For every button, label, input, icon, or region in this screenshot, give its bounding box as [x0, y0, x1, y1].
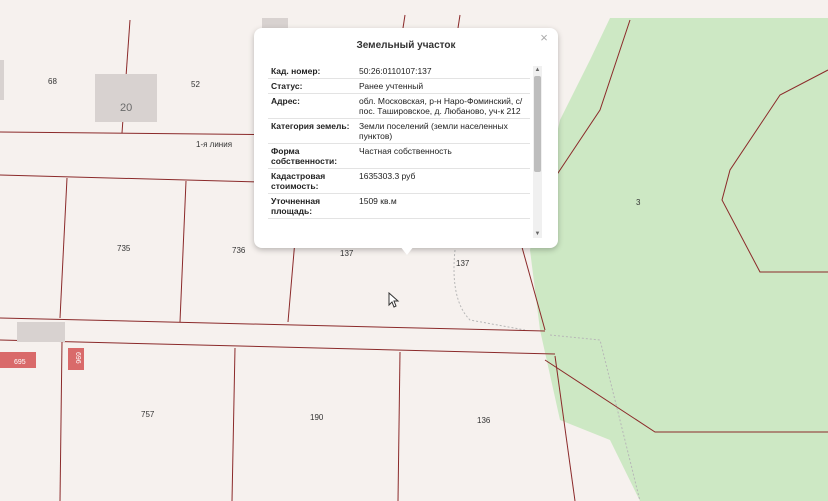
popup-pointer — [400, 246, 414, 255]
attribute-value: Ранее учтенный — [356, 78, 530, 94]
attribute-value: обл. Московская, р-н Наро-Фоминский, с/п… — [356, 93, 530, 119]
red-plot-label: 695 — [14, 359, 26, 366]
popup-body[interactable]: Кад. номер: 50:26:0110107:137 Статус: Ра… — [268, 64, 530, 236]
attribute-table: Кад. номер: 50:26:0110107:137 Статус: Ра… — [268, 64, 530, 219]
scroll-up-icon[interactable]: ▲ — [533, 66, 542, 74]
attribute-value: 50:26:0110107:137 — [356, 64, 530, 79]
table-row: Категория земель: Земли поселений (земли… — [268, 118, 530, 144]
plot-number[interactable]: 68 — [48, 77, 57, 86]
table-row: Уточненная площадь: 1509 кв.м — [268, 193, 530, 219]
plot-number[interactable]: 190 — [310, 413, 324, 422]
attribute-key: Уточненная площадь: — [268, 193, 356, 219]
table-row: Форма собственности: Частная собственнос… — [268, 143, 530, 169]
plot-number[interactable]: 137 — [340, 249, 354, 258]
attribute-key: Форма собственности: — [268, 143, 356, 169]
plot-number[interactable]: 736 — [232, 246, 246, 255]
attribute-value: Частная собственность — [356, 143, 530, 169]
scroll-down-icon[interactable]: ▼ — [533, 230, 542, 238]
attribute-key: Статус: — [268, 78, 356, 94]
attribute-value: Земли поселений (земли населенных пункто… — [356, 118, 530, 144]
building-number: 20 — [120, 102, 132, 114]
red-plot-label: 696 — [74, 352, 81, 364]
popup-scrollbar[interactable]: ▲ ▼ — [533, 66, 542, 238]
plot-number[interactable]: 3 — [636, 198, 641, 207]
table-row: Кадастровая стоимость: 1635303.3 руб — [268, 168, 530, 194]
plot-number[interactable]: 137 — [456, 259, 470, 268]
plot-number[interactable]: 757 — [141, 410, 155, 419]
plot-number[interactable]: 735 — [117, 244, 131, 253]
close-icon[interactable]: × — [536, 30, 552, 46]
table-row: Кад. номер: 50:26:0110107:137 — [268, 64, 530, 79]
building-bottom-left — [17, 322, 65, 342]
attribute-value: 1635303.3 руб — [356, 168, 530, 194]
attribute-key: Категория земель: — [268, 118, 356, 144]
plot-info-popup: Земельный участок × Кад. номер: 50:26:01… — [254, 28, 558, 255]
attribute-key: Кад. номер: — [268, 64, 356, 79]
table-row: Статус: Ранее учтенный — [268, 78, 530, 94]
scrollbar-thumb[interactable] — [534, 76, 541, 172]
building — [95, 74, 157, 122]
mouse-pointer-icon — [388, 292, 400, 308]
attribute-key: Кадастровая стоимость: — [268, 168, 356, 194]
plot-number[interactable]: 52 — [191, 80, 200, 89]
popup-title: Земельный участок — [356, 40, 456, 51]
table-row: Адрес: обл. Московская, р-н Наро-Фоминск… — [268, 93, 530, 119]
attribute-value: 1509 кв.м — [356, 193, 530, 219]
plot-number[interactable]: 136 — [477, 416, 491, 425]
building-small — [0, 60, 4, 100]
attribute-key: Адрес: — [268, 93, 356, 119]
street-label: 1-я линия — [196, 140, 232, 149]
